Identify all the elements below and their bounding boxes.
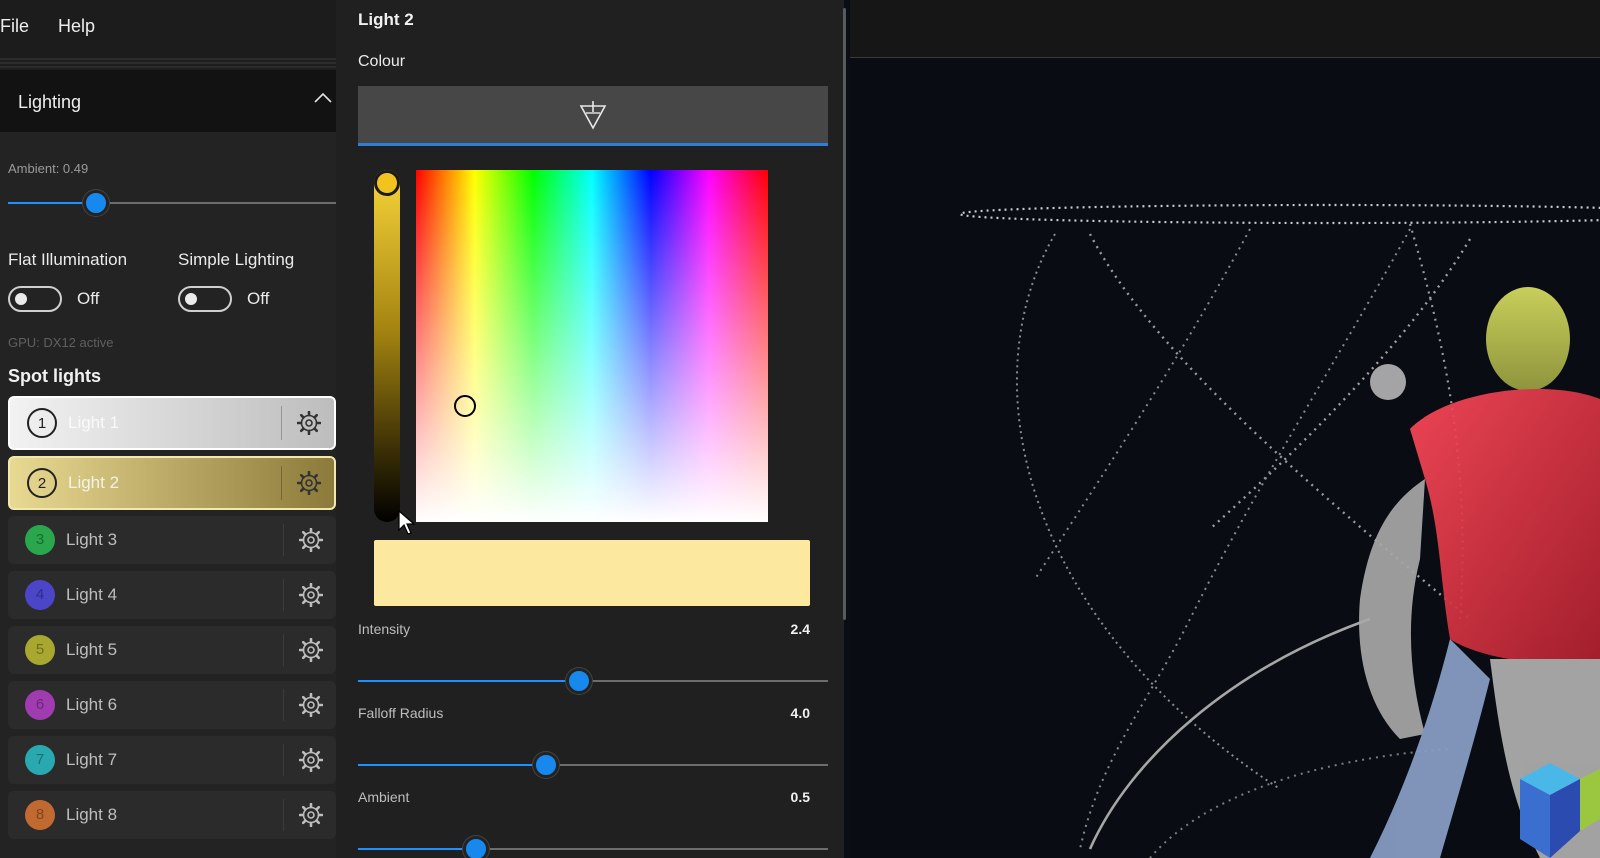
flat-illumination-label: Flat Illumination xyxy=(8,250,128,269)
flat-illumination-toggle[interactable] xyxy=(8,286,62,312)
intensity-label: Intensity xyxy=(358,621,411,637)
intensity-slider[interactable] xyxy=(358,668,828,694)
light-name: Light 2 xyxy=(68,473,120,492)
row-divider xyxy=(283,689,284,721)
gear-icon[interactable] xyxy=(299,748,323,772)
gear-icon[interactable] xyxy=(297,411,321,435)
row-divider xyxy=(283,634,284,666)
light-editor-panel: Light 2 Colour Intensity 2.4 Falloff Rad… xyxy=(336,0,844,858)
lighting-panel: Lighting Ambient: 0.49 Flat Illumination… xyxy=(0,58,336,858)
chevron-up-icon[interactable] xyxy=(312,88,334,110)
gear-icon[interactable] xyxy=(297,471,321,495)
gear-icon[interactable] xyxy=(299,693,323,717)
simple-lighting-label: Simple Lighting xyxy=(178,250,295,269)
row-divider xyxy=(281,466,282,500)
light-number-badge: 5 xyxy=(25,635,55,665)
spot-light-row-6[interactable]: 6 Light 6 xyxy=(8,681,336,729)
spot-light-row-7[interactable]: 7 Light 7 xyxy=(8,736,336,784)
spot-light-row-8[interactable]: 8 Light 8 xyxy=(8,791,336,839)
ambient-label: Ambient: 0.49 xyxy=(8,161,89,176)
light-name: Light 7 xyxy=(66,750,118,769)
render-viewport[interactable] xyxy=(850,59,1600,858)
spot-light-row-1[interactable]: 1 Light 1 xyxy=(8,396,336,450)
falloff-radius-slider[interactable] xyxy=(358,752,828,778)
slider-thumb[interactable] xyxy=(462,836,489,858)
gear-icon[interactable] xyxy=(299,638,323,662)
light-number-badge: 4 xyxy=(25,580,55,610)
gear-icon[interactable] xyxy=(299,803,323,827)
row-divider xyxy=(283,579,284,611)
panel-scrollbar[interactable] xyxy=(843,8,846,620)
row-divider xyxy=(281,406,282,440)
menu-bar: File Help xyxy=(0,0,336,58)
lighting-section-header[interactable]: Lighting xyxy=(0,70,336,132)
light-number-badge: 8 xyxy=(25,800,55,830)
mouse-pointer-icon xyxy=(398,510,416,535)
panel-divider xyxy=(0,58,336,70)
gear-icon[interactable] xyxy=(299,583,323,607)
ambient-param-value: 0.5 xyxy=(790,789,810,805)
slider-thumb[interactable] xyxy=(565,668,592,694)
spectrum-cursor[interactable] xyxy=(454,394,477,417)
light-number-badge: 3 xyxy=(25,525,55,555)
light-number-badge: 2 xyxy=(27,468,57,498)
slider-fill xyxy=(358,680,579,682)
simple-lighting-state: Off xyxy=(247,289,270,308)
gpu-status: GPU: DX12 active xyxy=(8,335,114,350)
slider-fill xyxy=(358,848,476,850)
ambient-param-slider[interactable] xyxy=(358,836,828,858)
toggle-knob xyxy=(185,293,197,305)
viewport-toolbar xyxy=(850,0,1600,58)
light-number-badge: 7 xyxy=(25,745,55,775)
slider-fill xyxy=(358,764,546,766)
light-number-badge: 6 xyxy=(25,690,55,720)
light-name: Light 5 xyxy=(66,640,118,659)
light-name: Light 6 xyxy=(66,695,118,714)
colour-spectrum[interactable] xyxy=(416,170,768,522)
ambient-param-label: Ambient xyxy=(358,789,410,805)
spot-light-row-3[interactable]: 3 Light 3 xyxy=(8,516,336,564)
spot-light-row-5[interactable]: 5 Light 5 xyxy=(8,626,336,674)
toggle-knob xyxy=(15,293,27,305)
light-name: Light 4 xyxy=(66,585,118,604)
row-divider xyxy=(283,744,284,776)
colour-label: Colour xyxy=(358,53,406,70)
row-divider xyxy=(283,524,284,556)
menu-help[interactable]: Help xyxy=(58,16,95,37)
light-name: Light 3 xyxy=(66,530,118,549)
slider-thumb[interactable] xyxy=(83,190,110,216)
intensity-value: 2.4 xyxy=(790,621,810,637)
slider-thumb[interactable] xyxy=(533,752,559,778)
flat-illumination-state: Off xyxy=(77,289,100,308)
brightness-slider[interactable] xyxy=(374,170,400,522)
light-name: Light 8 xyxy=(66,805,118,824)
light-marker[interactable] xyxy=(1370,364,1406,400)
lighting-section-title: Lighting xyxy=(18,92,82,112)
brightness-thumb[interactable] xyxy=(374,170,400,196)
simple-lighting-toggle[interactable] xyxy=(178,286,232,312)
spot-light-row-2[interactable]: 2 Light 2 xyxy=(8,456,336,510)
selected-colour-swatch xyxy=(374,540,810,606)
ambient-slider[interactable] xyxy=(8,190,336,216)
row-divider xyxy=(283,799,284,831)
app-window: File Help Lighting Ambient: 0.49 Flat Il… xyxy=(0,0,1600,858)
point-cloud-render xyxy=(959,203,1600,858)
falloff-radius-value: 4.0 xyxy=(790,705,810,721)
gear-icon[interactable] xyxy=(299,528,323,552)
eyedropper-button[interactable] xyxy=(358,86,828,146)
spot-lights-title: Spot lights xyxy=(8,366,101,386)
light-editor-title: Light 2 xyxy=(358,10,414,29)
light-number-badge: 1 xyxy=(27,408,57,438)
falloff-radius-label: Falloff Radius xyxy=(358,705,444,721)
menu-file[interactable]: File xyxy=(0,16,29,37)
eyedropper-icon xyxy=(579,101,607,130)
spot-light-row-4[interactable]: 4 Light 4 xyxy=(8,571,336,619)
light-name: Light 1 xyxy=(68,413,120,432)
